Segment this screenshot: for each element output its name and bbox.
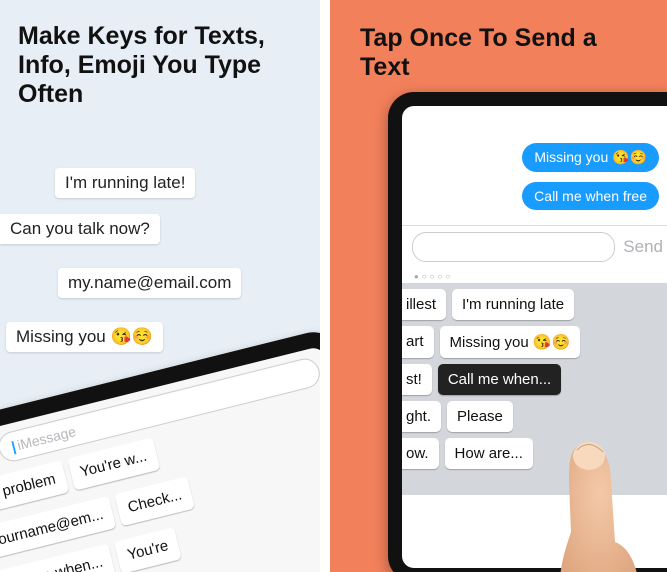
send-button[interactable]: Send: [623, 237, 663, 257]
compose-input[interactable]: [412, 232, 615, 262]
promo-panel-right: Tap Once To Send a Text Missing you 😘☺️ …: [330, 0, 667, 572]
promo-panel-left: Make Keys for Texts, Info, Emoji You Typ…: [0, 0, 320, 572]
headline-left: Make Keys for Texts, Info, Emoji You Typ…: [0, 0, 320, 118]
example-chip-email: my.name@email.com: [58, 268, 241, 298]
example-chip-talk: Can you talk now?: [0, 214, 160, 244]
key-fragment-st[interactable]: st!: [402, 364, 432, 395]
key-fragment-illest[interactable]: illest: [402, 289, 446, 320]
headline-right: Tap Once To Send a Text: [330, 0, 667, 92]
page-dots: ●○○○○: [402, 268, 667, 283]
key-how-are[interactable]: How are...: [445, 438, 533, 469]
key-youre[interactable]: You're: [114, 527, 182, 572]
key-running-late[interactable]: I'm running late: [452, 289, 574, 320]
phone-mockup-left: | iMessage No problem You're w... yourna…: [0, 326, 320, 572]
phone-mockup-right: Missing you 😘☺️ Call me when free Send ●…: [388, 92, 667, 572]
conversation-area: Missing you 😘☺️ Call me when free: [402, 106, 667, 225]
key-fragment-ght[interactable]: ght.: [402, 401, 441, 432]
sent-bubble-1: Missing you 😘☺️: [522, 143, 659, 172]
key-check[interactable]: Check...: [115, 476, 196, 526]
example-chip-missing: Missing you 😘☺️: [6, 322, 163, 352]
key-please[interactable]: Please: [447, 401, 513, 432]
key-call-me-when-selected[interactable]: Call me when...: [438, 364, 561, 395]
key-missing-you[interactable]: Missing you 😘☺️: [440, 326, 581, 358]
compose-bar: Send: [402, 225, 667, 268]
sent-bubble-2: Call me when free: [522, 182, 659, 210]
custom-keyboard: illest I'm running late art Missing you …: [402, 283, 667, 495]
message-placeholder: iMessage: [15, 423, 77, 453]
key-fragment-ow[interactable]: ow.: [402, 438, 439, 469]
key-fragment-art[interactable]: art: [402, 326, 434, 358]
example-chip-late: I'm running late!: [55, 168, 195, 198]
